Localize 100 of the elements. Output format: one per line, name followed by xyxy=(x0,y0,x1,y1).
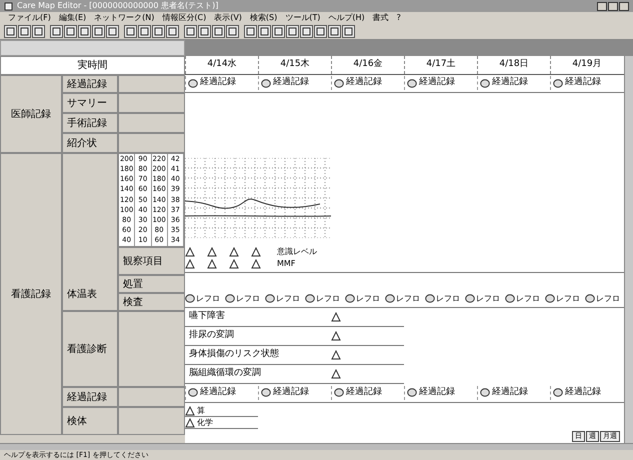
test-label[interactable]: レフロ xyxy=(276,292,300,305)
diagnosis-label[interactable]: 脳組織循環の変調 xyxy=(185,366,331,380)
maximize-icon[interactable] xyxy=(608,2,618,10)
alert-icon xyxy=(331,350,341,360)
event-label[interactable]: 経過記録 xyxy=(565,386,601,400)
menu-item[interactable]: 編集(E) xyxy=(58,12,86,24)
toolbar-icon[interactable] xyxy=(198,24,211,38)
window-title: Care Map Editor - [0000000000000 患者名(テスト)] xyxy=(17,0,218,12)
test-label[interactable]: レフロ xyxy=(356,292,380,305)
toolbar-icon[interactable] xyxy=(18,24,31,38)
horizontal-scrollbar[interactable] xyxy=(0,443,633,450)
alert-icon xyxy=(229,247,239,258)
diagnosis-label[interactable]: 排尿の変調 xyxy=(185,329,331,343)
toolbar-icon[interactable] xyxy=(314,24,327,38)
menu-item[interactable]: ファイル(F) xyxy=(8,12,51,24)
alert-icon xyxy=(251,247,261,258)
specimen-label[interactable]: 化学 xyxy=(197,416,213,429)
test-label[interactable]: レフロ xyxy=(316,292,340,305)
row-label: 検体 xyxy=(62,407,118,435)
close-icon[interactable] xyxy=(619,2,629,10)
note-icon xyxy=(407,78,417,88)
toolbar-icon[interactable] xyxy=(78,24,91,38)
observation-label[interactable]: 意識レベル xyxy=(277,246,317,258)
row-label: 看護診断 xyxy=(62,311,118,387)
menu-item[interactable]: ? xyxy=(396,12,401,24)
row-label: 処置 xyxy=(118,275,185,293)
toolbar-icon[interactable] xyxy=(92,24,105,38)
note-icon xyxy=(185,294,195,304)
test-label[interactable]: レフロ xyxy=(396,292,420,305)
event-label[interactable]: 経過記録 xyxy=(346,386,382,400)
note-icon xyxy=(345,294,355,304)
minimize-icon[interactable] xyxy=(597,2,607,10)
test-label[interactable]: レフロ xyxy=(556,292,580,305)
event-label[interactable]: 経過記録 xyxy=(419,386,455,400)
row-label: 紹介状 xyxy=(62,133,118,153)
note-icon xyxy=(425,294,435,304)
event-label[interactable]: 経過記録 xyxy=(273,386,309,400)
date-header: 4/15木 xyxy=(258,56,331,74)
toolbar-icon[interactable] xyxy=(166,24,179,38)
toolbar-icon[interactable] xyxy=(342,24,355,38)
note-icon xyxy=(334,78,344,88)
toolbar-icon[interactable] xyxy=(184,24,197,38)
event-label[interactable]: 経過記録 xyxy=(492,386,528,400)
toolbar-icon[interactable] xyxy=(124,24,137,38)
toolbar-icon[interactable] xyxy=(258,24,271,38)
event-label[interactable]: 経過記録 xyxy=(419,76,455,90)
menu-item[interactable]: ツール(T) xyxy=(285,12,320,24)
event-label[interactable]: 経過記録 xyxy=(565,76,601,90)
event-label[interactable]: 経過記録 xyxy=(492,76,528,90)
specimen-label[interactable]: 算 xyxy=(197,404,205,417)
event-label[interactable]: 経過記録 xyxy=(273,76,309,90)
toolbar-icon[interactable] xyxy=(32,24,45,38)
menu-item[interactable]: 情報区分(C) xyxy=(162,12,206,24)
observation-label[interactable]: MMF xyxy=(277,258,296,270)
diagnosis-label[interactable]: 嚥下障害 xyxy=(185,310,331,324)
vertical-scrollbar[interactable] xyxy=(625,56,633,443)
test-label[interactable]: レフロ xyxy=(196,292,220,305)
note-icon xyxy=(261,388,271,398)
note-icon xyxy=(585,294,595,304)
toolbar-icon[interactable] xyxy=(286,24,299,38)
menu-item[interactable]: 書式 xyxy=(372,12,389,24)
toolbar-icon[interactable] xyxy=(152,24,165,38)
row-label: 検査 xyxy=(118,293,185,311)
event-label[interactable]: 経過記録 xyxy=(346,76,382,90)
menu-item[interactable]: ネットワーク(N) xyxy=(94,12,154,24)
toolbar-icon[interactable] xyxy=(4,24,17,38)
toolbar-icon[interactable] xyxy=(50,24,63,38)
toolbar-icon[interactable] xyxy=(138,24,151,38)
group-label: 看護記録 xyxy=(0,153,62,435)
row-label: 体温表 xyxy=(62,153,118,311)
toolbar-icon[interactable] xyxy=(328,24,341,38)
toolbar-icon[interactable] xyxy=(212,24,225,38)
menu-item[interactable]: ヘルプ(H) xyxy=(328,12,365,24)
toolbar-icon[interactable] xyxy=(244,24,257,38)
date-header: 4/14水 xyxy=(185,56,258,74)
note-icon xyxy=(261,78,271,88)
menu-item[interactable]: 検索(S) xyxy=(250,12,278,24)
event-label[interactable]: 経過記録 xyxy=(200,386,236,400)
toolbar-icon[interactable] xyxy=(300,24,313,38)
toolbar-icon[interactable] xyxy=(106,24,119,38)
event-label[interactable]: 経過記録 xyxy=(200,76,236,90)
row-label: 経過記録 xyxy=(62,387,118,407)
date-header: 4/17土 xyxy=(404,56,477,74)
test-label[interactable]: レフロ xyxy=(596,292,620,305)
diagnosis-label[interactable]: 身体損傷のリスク状態 xyxy=(185,348,331,362)
test-label[interactable]: レフロ xyxy=(436,292,460,305)
toolbar-icon[interactable] xyxy=(64,24,77,38)
note-icon xyxy=(225,294,235,304)
note-icon xyxy=(480,388,490,398)
test-label[interactable]: レフロ xyxy=(236,292,260,305)
note-icon xyxy=(407,388,417,398)
test-label[interactable]: レフロ xyxy=(516,292,540,305)
note-icon xyxy=(480,78,490,88)
menu-item[interactable]: 表示(V) xyxy=(214,12,242,24)
note-icon xyxy=(465,294,475,304)
date-header: 4/16金 xyxy=(331,56,404,74)
toolbar-icon[interactable] xyxy=(272,24,285,38)
toolbar-icon[interactable] xyxy=(226,24,239,38)
alert-icon xyxy=(229,259,239,270)
test-label[interactable]: レフロ xyxy=(476,292,500,305)
